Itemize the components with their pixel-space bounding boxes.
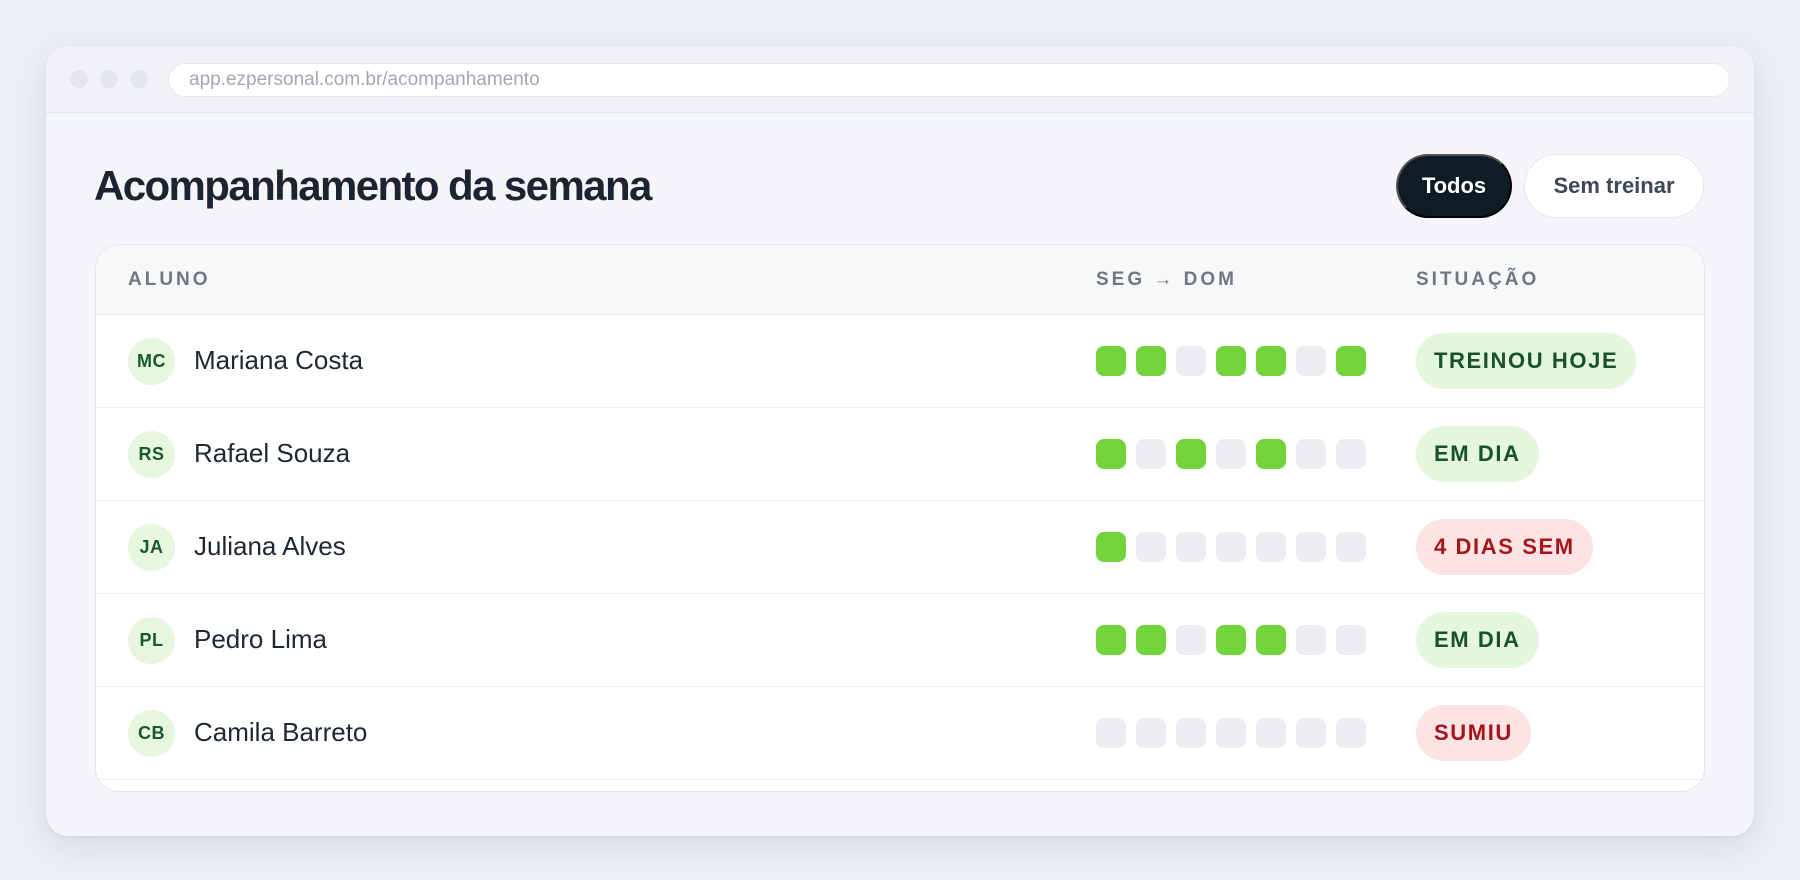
student-name[interactable]: Juliana Alves — [194, 531, 346, 562]
day-missed-square — [1216, 439, 1246, 469]
day-missed-square — [1256, 718, 1286, 748]
column-header-semana: SEG → DOM — [1096, 269, 1238, 290]
day-missed-square — [1096, 718, 1126, 748]
column-header-situacao: SITUAÇÃO — [1416, 269, 1540, 290]
student-name[interactable]: Camila Barreto — [194, 717, 367, 748]
filter-sem-treinar-button[interactable]: Sem treinar — [1524, 154, 1704, 218]
page-title: Acompanhamento da semana — [94, 162, 652, 209]
day-missed-square — [1296, 532, 1326, 562]
table-header: ALUNO SEG → DOM SITUAÇÃO — [96, 245, 1704, 315]
day-missed-square — [1296, 625, 1326, 655]
week-days-tracker — [1096, 532, 1366, 562]
status-badge: SUMIU — [1416, 705, 1531, 761]
day-trained-square — [1136, 346, 1166, 376]
browser-titlebar: app.ezpersonal.com.br/acompanhamento — [46, 46, 1754, 113]
window-maximize-dot[interactable] — [130, 70, 148, 88]
filter-todos-button[interactable]: Todos — [1396, 154, 1512, 218]
day-trained-square — [1336, 346, 1366, 376]
table-row[interactable]: RS Rafael Souza EM DIA — [96, 408, 1704, 501]
day-missed-square — [1176, 346, 1206, 376]
day-missed-square — [1176, 718, 1206, 748]
address-url: app.ezpersonal.com.br/acompanhamento — [189, 69, 540, 90]
table-row[interactable]: PL Pedro Lima EM DIA — [96, 594, 1704, 687]
column-header-aluno: ALUNO — [128, 269, 211, 290]
window-close-dot[interactable] — [70, 70, 88, 88]
day-missed-square — [1176, 532, 1206, 562]
day-trained-square — [1216, 346, 1246, 376]
day-missed-square — [1296, 346, 1326, 376]
week-days-tracker — [1096, 718, 1366, 748]
status-badge: 4 DIAS SEM — [1416, 519, 1593, 575]
student-name[interactable]: Mariana Costa — [194, 345, 363, 376]
status-badge: EM DIA — [1416, 426, 1539, 482]
day-trained-square — [1216, 625, 1246, 655]
day-missed-square — [1136, 532, 1166, 562]
day-trained-square — [1256, 346, 1286, 376]
table-row[interactable]: JA Juliana Alves 4 DIAS SEM — [96, 501, 1704, 594]
day-trained-square — [1256, 439, 1286, 469]
student-avatar: JA — [128, 524, 175, 571]
day-missed-square — [1176, 625, 1206, 655]
day-trained-square — [1256, 625, 1286, 655]
week-days-tracker — [1096, 439, 1366, 469]
day-trained-square — [1176, 439, 1206, 469]
day-missed-square — [1336, 625, 1366, 655]
day-missed-square — [1256, 532, 1286, 562]
browser-window: app.ezpersonal.com.br/acompanhamento Aco… — [46, 46, 1754, 836]
day-missed-square — [1216, 718, 1246, 748]
day-missed-square — [1296, 439, 1326, 469]
status-badge: EM DIA — [1416, 612, 1539, 668]
week-days-tracker — [1096, 346, 1366, 376]
address-bar[interactable]: app.ezpersonal.com.br/acompanhamento — [168, 63, 1730, 97]
day-missed-square — [1136, 439, 1166, 469]
status-badge: TREINOU HOJE — [1416, 333, 1637, 389]
day-missed-square — [1136, 718, 1166, 748]
day-trained-square — [1096, 439, 1126, 469]
student-name[interactable]: Pedro Lima — [194, 624, 327, 655]
day-trained-square — [1136, 625, 1166, 655]
student-avatar: CB — [128, 710, 175, 757]
day-missed-square — [1336, 718, 1366, 748]
day-missed-square — [1216, 532, 1246, 562]
day-trained-square — [1096, 625, 1126, 655]
day-missed-square — [1336, 439, 1366, 469]
student-avatar: PL — [128, 617, 175, 664]
table-row[interactable]: MC Mariana Costa TREINOU HOJE — [96, 315, 1704, 408]
day-missed-square — [1296, 718, 1326, 748]
window-minimize-dot[interactable] — [100, 70, 118, 88]
day-trained-square — [1096, 532, 1126, 562]
weekly-tracking-table: ALUNO SEG → DOM SITUAÇÃO MC Mariana Costa… — [95, 244, 1705, 792]
day-missed-square — [1336, 532, 1366, 562]
student-avatar: MC — [128, 338, 175, 385]
week-days-tracker — [1096, 625, 1366, 655]
student-avatar: RS — [128, 431, 175, 478]
day-trained-square — [1096, 346, 1126, 376]
student-name[interactable]: Rafael Souza — [194, 438, 350, 469]
table-row[interactable]: CB Camila Barreto SUMIU — [96, 687, 1704, 780]
